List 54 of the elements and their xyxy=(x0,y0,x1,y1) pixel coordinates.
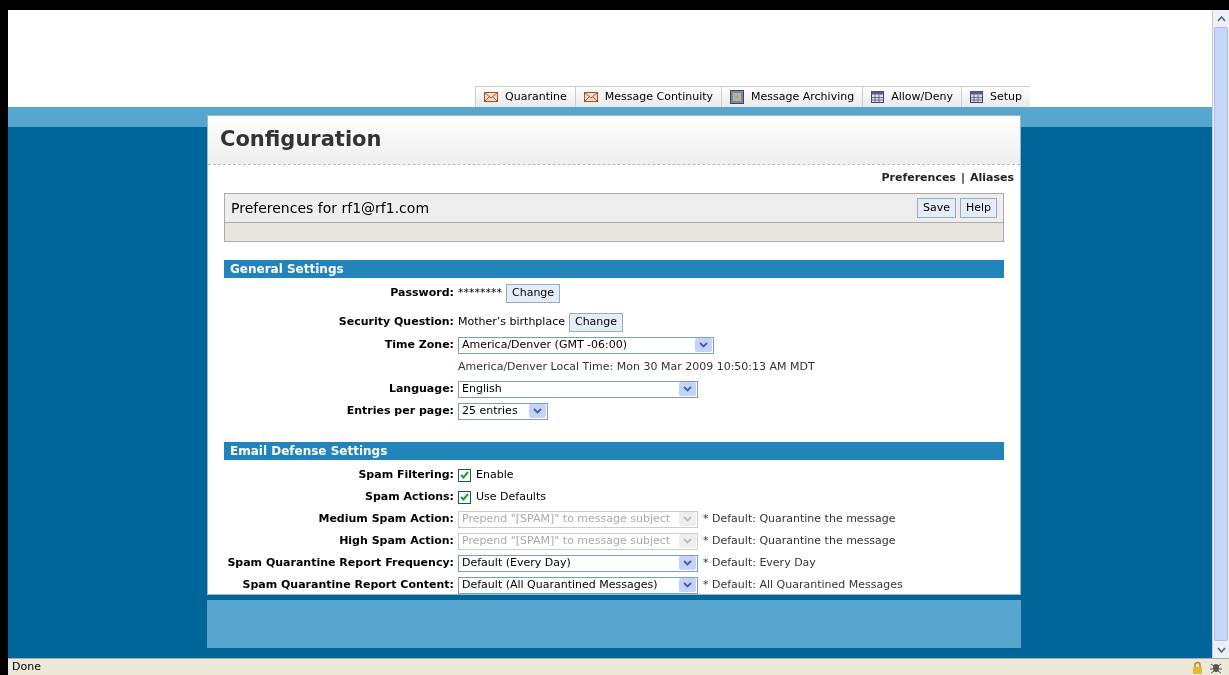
default-hint: * Default: Quarantine the message xyxy=(703,532,896,549)
scroll-up-icon[interactable] xyxy=(1216,15,1226,22)
field-label: Entries per page: xyxy=(346,402,454,419)
field-value: ******** xyxy=(458,285,502,302)
scrollbar[interactable] xyxy=(1212,10,1229,658)
default-hint: * Default: Quarantine the message xyxy=(703,510,896,527)
status-text: Done xyxy=(12,658,41,675)
nav-tab[interactable]: Allow/Deny xyxy=(862,86,961,107)
page-title: Configuration xyxy=(220,126,382,153)
default-hint: * Default: All Quarantined Messages xyxy=(703,576,903,593)
field-label: Spam Filtering: xyxy=(358,466,454,483)
envelope-icon xyxy=(583,92,598,102)
nav-tab[interactable]: Message Archiving xyxy=(721,86,863,107)
field-label: Spam Quarantine Report Content: xyxy=(242,576,454,593)
envelope-icon xyxy=(484,92,499,102)
field-label: Time Zone: xyxy=(384,336,454,353)
scroll-down-icon[interactable] xyxy=(1216,646,1226,653)
field-label: Security Question: xyxy=(338,314,454,331)
checkbox[interactable] xyxy=(458,468,471,482)
dropdown[interactable]: English xyxy=(458,380,698,398)
nav-tab[interactable]: Quarantine xyxy=(475,86,575,107)
checkbox[interactable] xyxy=(458,490,471,504)
nav-tab[interactable]: Message Continuity xyxy=(574,86,722,107)
field-label: Medium Spam Action: xyxy=(318,510,454,527)
default-hint: * Default: Every Day xyxy=(703,554,816,571)
preferences-title: Preferences for rf1@rf1.com xyxy=(231,198,430,218)
section-header: Email Defense Settings xyxy=(224,442,1004,460)
local-time-note: America/Denver Local Time: Mon 30 Mar 2009 10:50:13 AM MDT xyxy=(458,358,815,375)
nav-link[interactable]: Aliases xyxy=(969,169,1014,186)
field-label: Language: xyxy=(388,380,454,397)
safe-icon xyxy=(730,90,745,104)
calendar-icon xyxy=(969,91,983,103)
calendar-icon xyxy=(871,91,885,103)
field-label: High Spam Action: xyxy=(339,532,454,549)
dropdown[interactable]: Default (All Quarantined Messages) xyxy=(458,576,698,594)
lock-icon xyxy=(1192,660,1203,674)
dropdown[interactable]: 25 entries xyxy=(458,402,548,420)
scroll-thumb[interactable] xyxy=(1214,27,1228,641)
field-label: Spam Quarantine Report Frequency: xyxy=(227,554,454,571)
checkbox-label: Use Defaults xyxy=(476,488,546,505)
link-separator: | xyxy=(960,169,965,186)
header-button[interactable]: Help xyxy=(959,198,997,218)
field-value: Mother’s birthplace xyxy=(458,314,565,331)
field-label: Password: xyxy=(390,285,454,302)
change-button[interactable]: Change xyxy=(506,284,561,303)
field-label: Spam Actions: xyxy=(365,488,454,505)
nav-link[interactable]: Preferences xyxy=(881,169,956,186)
section-header: General Settings xyxy=(224,260,1004,278)
nav-tab[interactable]: Setup xyxy=(960,86,1030,107)
change-button[interactable]: Change xyxy=(568,313,624,332)
dropdown[interactable]: Default (Every Day) xyxy=(458,554,698,572)
dropdown[interactable]: America/Denver (GMT -06:00) xyxy=(458,336,714,354)
header-button[interactable]: Save xyxy=(916,198,956,218)
checkbox-label: Enable xyxy=(476,466,514,483)
